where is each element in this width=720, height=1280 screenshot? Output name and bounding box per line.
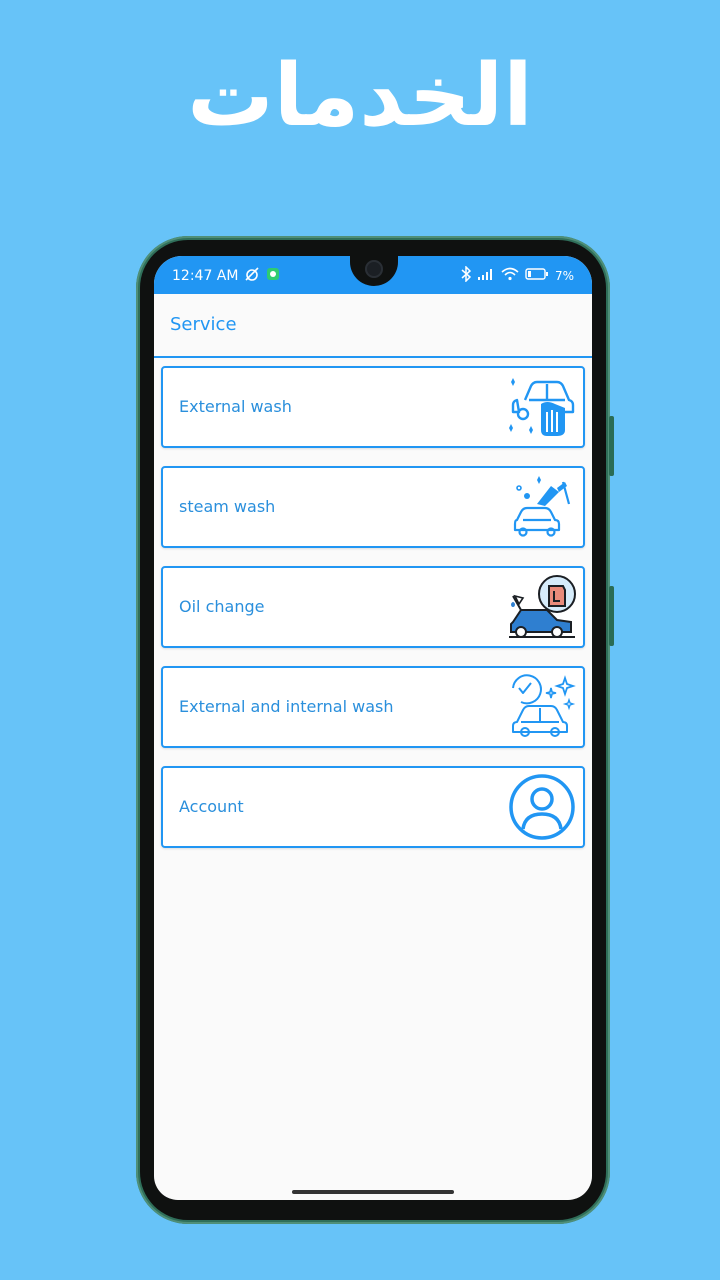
camera-notch [350,256,398,286]
home-indicator[interactable] [292,1190,454,1194]
phone-power-button [609,586,614,646]
battery-level: 7% [554,269,574,283]
service-card-oil-change[interactable]: Oil change [161,566,585,648]
service-card-external-wash[interactable]: External wash [161,366,585,448]
status-right: 7% [461,265,574,286]
battery-icon [525,267,549,285]
full-wash-sparkle-icon [507,674,577,740]
alarm-off-icon [244,266,260,286]
banner-title: الخدمات [187,46,533,146]
phone-screen: 12:47 AM 7% Service External wash steam … [154,256,592,1200]
service-label: External and internal wash [179,697,394,716]
status-bar: 12:47 AM 7% [154,256,592,294]
toolbar-title: Service [170,314,237,335]
status-left: 12:47 AM [172,266,280,286]
service-label: Account [179,797,244,816]
service-card-steam-wash[interactable]: steam wash [161,466,585,548]
service-label: External wash [179,397,292,416]
service-label: steam wash [179,497,276,516]
service-label: Oil change [179,597,265,616]
service-card-account[interactable]: Account [161,766,585,848]
account-user-icon [507,774,577,840]
wifi-icon [501,267,519,285]
service-card-full-wash[interactable]: External and internal wash [161,666,585,748]
car-wash-hand-icon [507,374,577,440]
bluetooth-icon [461,265,472,286]
phone-volume-button [609,416,614,476]
signal-icon [477,267,495,285]
shield-app-icon [266,267,280,285]
steam-wash-gun-icon [507,474,577,540]
status-time: 12:47 AM [172,268,239,284]
oil-change-car-icon [507,574,577,640]
front-camera [365,260,383,278]
app-toolbar: Service [154,294,592,358]
